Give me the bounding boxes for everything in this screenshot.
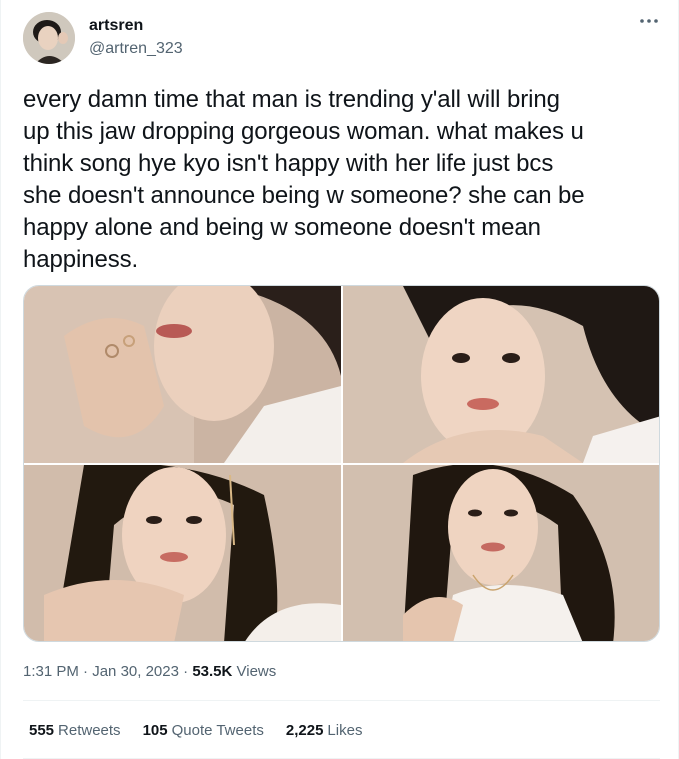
quotes-label: Quote Tweets: [171, 722, 264, 739]
retweets-stat[interactable]: 555 Retweets: [29, 721, 121, 741]
retweets-label: Retweets: [58, 722, 121, 739]
photo-3[interactable]: [24, 465, 341, 641]
media-grid: [23, 285, 660, 642]
author-avatar[interactable]: [23, 12, 75, 64]
tweet-text: every damn time that man is trending y'a…: [23, 86, 585, 273]
likes-count: 2,225: [285, 722, 324, 739]
more-horizontal-icon[interactable]: [638, 14, 660, 32]
tweet-date[interactable]: Jan 30, 2023: [92, 663, 179, 680]
tweet-header: artsren @artren_323: [23, 12, 660, 64]
tweet-meta: 1:31 PM · Jan 30, 2023 · 53.5K Views: [23, 662, 276, 682]
author-display-name[interactable]: artsren: [89, 15, 183, 36]
quotes-stat[interactable]: 105 Quote Tweets: [143, 721, 264, 741]
views-count: 53.5K: [192, 663, 233, 680]
meta-separator-2: ·: [183, 663, 189, 680]
engagement-stats: 555 Retweets 105 Quote Tweets 2,225 Likes: [29, 721, 362, 741]
quotes-count: 105: [142, 722, 168, 739]
tweet-time[interactable]: 1:31 PM: [23, 663, 79, 680]
divider: [23, 700, 660, 701]
retweets-count: 555: [29, 722, 55, 739]
photo-1[interactable]: [24, 286, 341, 463]
author-names: artsren @artren_323: [89, 15, 183, 59]
views-label: Views: [236, 663, 277, 680]
likes-label: Likes: [327, 722, 363, 739]
meta-separator: ·: [83, 663, 89, 680]
photo-4[interactable]: [343, 465, 659, 641]
photo-2[interactable]: [343, 286, 659, 463]
likes-stat[interactable]: 2,225 Likes: [286, 721, 363, 741]
author-handle[interactable]: @artren_323: [89, 38, 183, 59]
tweet-card: artsren @artren_323 every damn time that…: [0, 0, 679, 759]
